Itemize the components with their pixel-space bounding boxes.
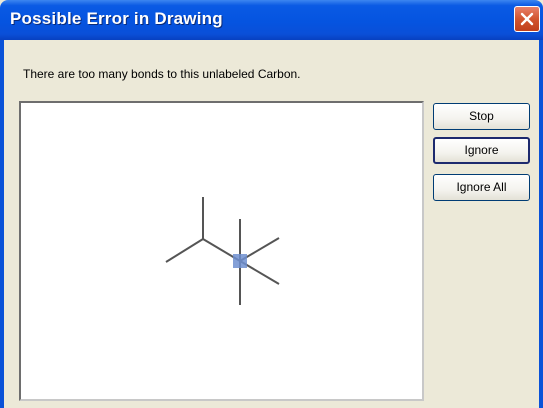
title-bar[interactable]: Possible Error in Drawing (0, 0, 543, 40)
window-frame-left (0, 40, 4, 408)
error-dialog: Possible Error in Drawing There are too … (0, 0, 543, 408)
molecule-structure (165, 197, 280, 305)
drawing-preview (19, 101, 424, 401)
window-frame-right (539, 40, 543, 408)
ignore-all-button[interactable]: Ignore All (433, 174, 530, 201)
error-message: There are too many bonds to this unlabel… (23, 67, 301, 81)
highlighted-carbon-atom (233, 254, 247, 268)
bond-line (165, 238, 204, 263)
ignore-button[interactable]: Ignore (433, 137, 530, 164)
close-button[interactable] (514, 6, 540, 32)
dialog-title: Possible Error in Drawing (10, 9, 223, 28)
close-icon (520, 12, 534, 26)
stop-button[interactable]: Stop (433, 103, 530, 130)
